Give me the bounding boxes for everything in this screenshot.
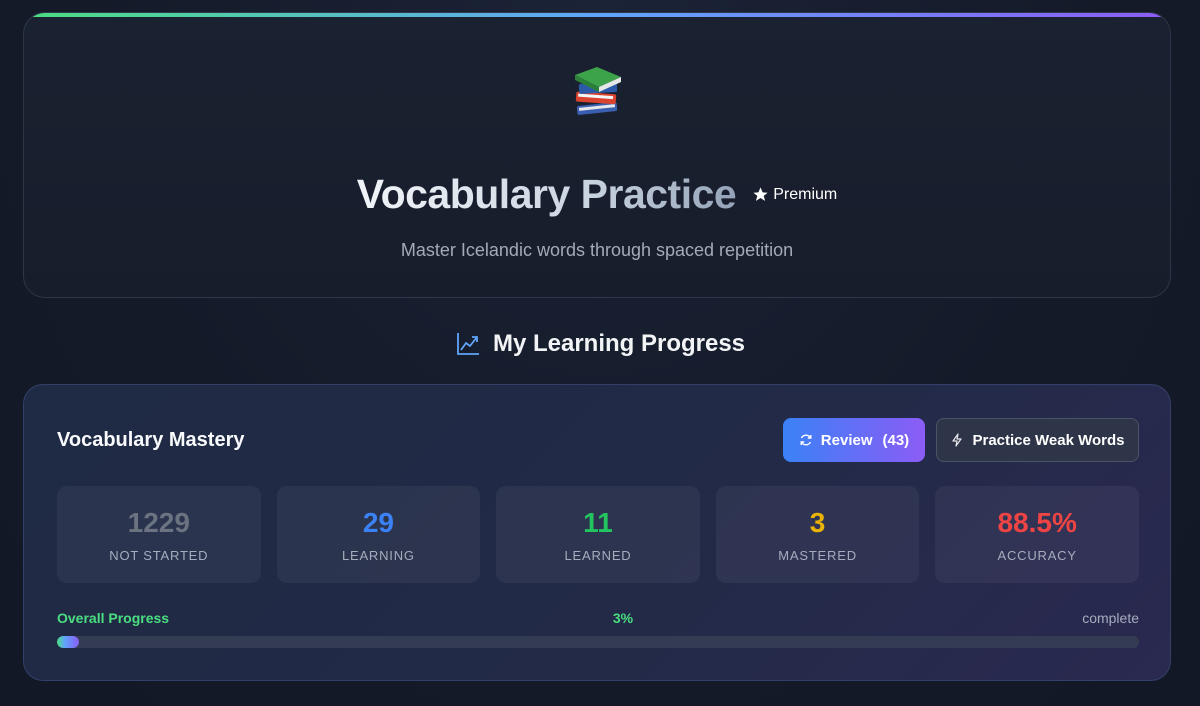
stats-row: 1229 NOT STARTED 29 LEARNING 11 LEARNED … [57, 486, 1139, 583]
stat-value: 88.5% [997, 507, 1077, 538]
stat-value: 29 [362, 507, 394, 538]
stat-learning: 29 LEARNING [276, 486, 481, 583]
practice-weak-words-label: Practice Weak Words [972, 431, 1125, 449]
practice-weak-words-button[interactable]: Practice Weak Words [936, 418, 1139, 462]
progress-track [57, 636, 1139, 648]
progress-suffix: complete [1082, 610, 1139, 626]
stat-value: 11 [583, 507, 613, 538]
trending-up-icon [457, 333, 479, 355]
progress-percent: 3% [612, 610, 634, 626]
stat-label: MASTERED [778, 548, 857, 563]
stat-learned: 11 LEARNED [496, 486, 700, 583]
hero-card: Vocabulary Practice Premium Master Icela… [23, 12, 1171, 298]
review-button[interactable]: Review (43) [783, 418, 925, 462]
progress-header: Overall Progress 3% complete [57, 610, 1139, 628]
premium-label: Premium [773, 185, 838, 203]
section-heading: My Learning Progress [0, 330, 1200, 358]
review-count: (43) [882, 431, 910, 449]
mastery-card: Vocabulary Mastery Review (43) Practice … [23, 384, 1171, 681]
section-title: My Learning Progress [492, 330, 746, 357]
stat-label: LEARNED [564, 548, 632, 563]
lightning-icon [952, 433, 963, 447]
stat-not-started: 1229 NOT STARTED [57, 486, 261, 583]
page-subtitle: Master Icelandic words through spaced re… [400, 240, 794, 260]
stat-mastered: 3 MASTERED [715, 486, 920, 583]
stat-value: 1229 [127, 507, 190, 538]
books-icon [24, 61, 1170, 121]
mastery-title: Vocabulary Mastery [57, 429, 245, 451]
premium-badge: Premium [752, 186, 837, 204]
stat-label: NOT STARTED [109, 548, 209, 563]
stat-label: ACCURACY [997, 548, 1077, 563]
refresh-icon [800, 434, 812, 446]
stat-accuracy: 88.5% ACCURACY [935, 486, 1139, 583]
stat-label: LEARNING [341, 548, 415, 563]
progress-fill [57, 636, 79, 648]
hero-gradient-bar [24, 13, 1170, 17]
star-icon [753, 187, 768, 201]
page-title: Vocabulary Practice [356, 171, 737, 217]
review-button-label: Review [820, 431, 873, 449]
stat-value: 3 [809, 507, 826, 538]
